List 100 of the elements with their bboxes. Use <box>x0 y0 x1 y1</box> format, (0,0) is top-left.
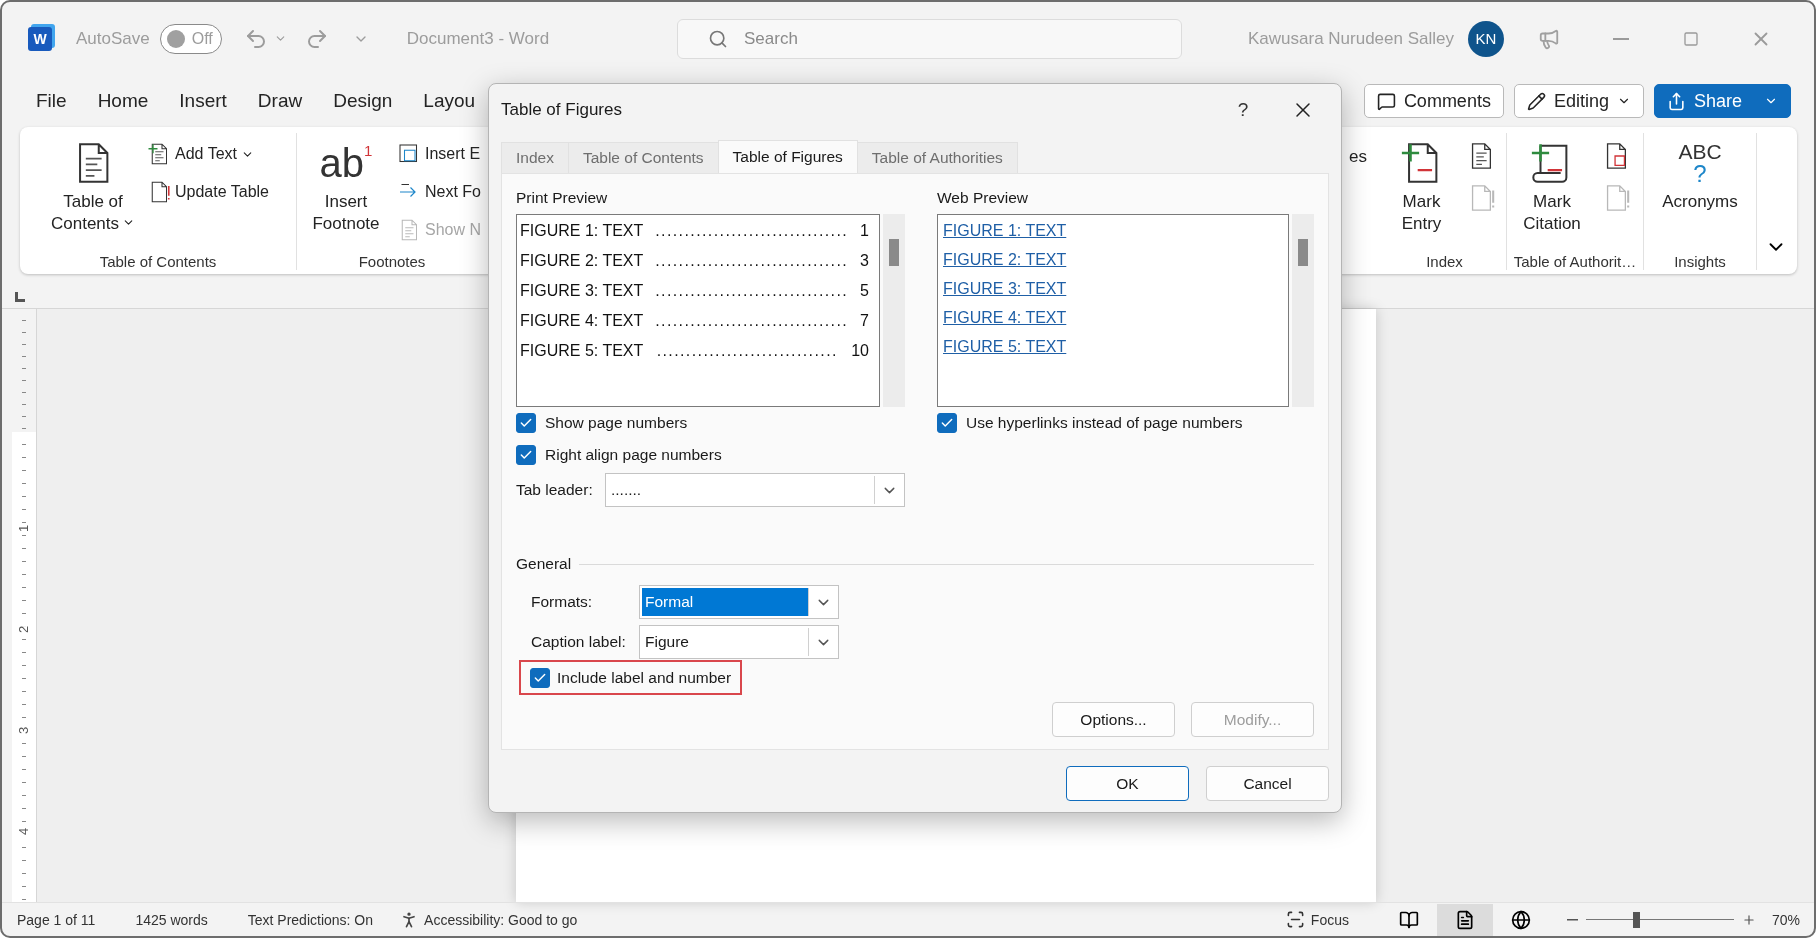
checkbox[interactable] <box>937 413 957 433</box>
ribbon-button[interactable]: Table of Contents <box>47 133 139 238</box>
ribbon-button[interactable]: ABC ? Acronyms <box>1650 133 1750 216</box>
preview-link[interactable]: FIGURE 2: TEXT <box>943 245 1067 274</box>
page-number: 3 <box>860 252 869 270</box>
page-number: 7 <box>860 312 869 330</box>
checkbox-label: Include label and number <box>557 668 732 687</box>
field-label: Caption label: <box>531 633 627 651</box>
menu-tab[interactable]: Layou <box>423 90 476 112</box>
ribbon-button[interactable]: Next Fo <box>397 175 482 209</box>
preview-link[interactable]: FIGURE 3: TEXT <box>943 274 1067 303</box>
dropdown[interactable]: Formal <box>639 585 839 619</box>
preview-link[interactable]: FIGURE 1: TEXT <box>943 216 1067 245</box>
leader-dots: ................................. <box>655 312 849 330</box>
ribbon-button[interactable]: Update Table <box>147 175 269 209</box>
group-label: Footnotes <box>358 253 426 270</box>
checkbox[interactable] <box>530 667 550 688</box>
section-label: General <box>516 554 572 574</box>
avatar[interactable]: KN <box>1468 20 1504 57</box>
scrollbar[interactable] <box>883 214 905 407</box>
accessibility-status[interactable]: Accessibility: Good to go <box>424 911 578 928</box>
leader-dots: ............................... <box>656 342 838 360</box>
page-count: Page 1 of 11 <box>17 911 96 928</box>
zoom-level: 70% <box>1771 911 1800 928</box>
cancel-button[interactable]: Cancel <box>1206 766 1329 801</box>
zoom-out-button[interactable] <box>1566 918 1578 921</box>
caption-text: FIGURE 1: TEXT <box>520 222 644 240</box>
share-icon <box>1666 91 1686 111</box>
checkbox[interactable] <box>516 445 536 465</box>
maximize-icon <box>1683 30 1699 47</box>
pencil-icon <box>1526 91 1546 111</box>
checkbox-label: Right align page numbers <box>545 446 722 464</box>
minus-icon <box>1566 918 1578 921</box>
help-button[interactable]: ? <box>1213 92 1273 128</box>
checkbox-label: Show page numbers <box>545 414 688 432</box>
check-icon <box>519 416 533 430</box>
dropdown[interactable]: Figure <box>639 625 839 659</box>
ribbon-button[interactable]: Add Text <box>147 137 269 171</box>
dialog-title: Table of Figures <box>501 100 623 120</box>
ruler-number: 1 <box>17 524 31 533</box>
menu-tab[interactable]: File <box>36 90 67 112</box>
megaphone-icon[interactable] <box>1538 27 1560 50</box>
leader-dots: ................................. <box>655 252 849 270</box>
page-number: 10 <box>851 342 869 360</box>
scrollbar-thumb[interactable] <box>1298 239 1308 266</box>
dialog-button[interactable]: Options... <box>1052 702 1175 737</box>
focus-button[interactable]: Focus <box>1279 909 1355 930</box>
dialog-tab[interactable]: Table of Authorities <box>856 142 1018 173</box>
ruler-number: 4 <box>17 827 31 836</box>
dialog-tab[interactable]: Table of Figures <box>717 140 858 173</box>
scrollbar-thumb[interactable] <box>889 239 899 266</box>
action-button[interactable]: Editing <box>1513 84 1644 118</box>
dropdown[interactable]: ....... <box>605 473 905 507</box>
app-logo: W <box>28 26 52 51</box>
plus-icon <box>1741 912 1756 927</box>
page-number: 5 <box>860 282 869 300</box>
dialog-tab[interactable]: Index <box>501 142 569 173</box>
caption-text: FIGURE 2: TEXT <box>520 252 644 270</box>
group-label: Table of Authorit… <box>1513 253 1637 270</box>
caption-text: FIGURE 4: TEXT <box>520 312 644 330</box>
menu-tab[interactable]: Design <box>333 90 393 112</box>
view-button[interactable] <box>1436 903 1493 936</box>
ruler-number: 2 <box>17 625 31 634</box>
book-icon <box>1398 909 1419 930</box>
dialog-tab[interactable]: Table of Contents <box>567 142 719 173</box>
text-predictions: Text Predictions: On <box>247 911 374 928</box>
ribbon-button[interactable]: Insert E <box>397 137 482 171</box>
group-label: Table of Contents <box>99 253 217 270</box>
field-label: Tab leader: <box>516 481 594 499</box>
word-count: 1425 words <box>135 911 208 928</box>
comment-icon <box>1376 91 1396 111</box>
checkbox[interactable] <box>516 413 536 433</box>
field-label: Formats: <box>531 593 594 611</box>
leader-dots: ................................. <box>655 222 849 240</box>
menu-tab[interactable]: Draw <box>257 90 303 112</box>
slider-thumb[interactable] <box>1633 911 1641 928</box>
ribbon-button[interactable]: Mark Citation <box>1515 133 1589 238</box>
check-icon <box>940 416 954 430</box>
minimize-icon <box>1613 37 1629 40</box>
share-button[interactable]: Share <box>1653 84 1791 118</box>
ruler-number: 3 <box>17 726 31 735</box>
action-button[interactable]: Comments <box>1363 84 1504 118</box>
acronyms-icon: ABC ? <box>1678 140 1722 186</box>
focus-icon <box>1285 910 1305 929</box>
autosave-label: AutoSave <box>76 28 150 49</box>
scrollbar[interactable] <box>1292 214 1314 407</box>
section-label: Print Preview <box>516 188 609 208</box>
menu-tab[interactable]: Home <box>97 90 149 112</box>
tab-stop-icon[interactable] <box>14 291 26 303</box>
preview-link[interactable]: FIGURE 4: TEXT <box>943 303 1067 332</box>
section-label: Web Preview <box>937 188 1030 208</box>
menu-tab[interactable]: Insert <box>179 90 227 112</box>
page-number: 1 <box>860 222 869 240</box>
checkbox-label: Use hyperlinks instead of page numbers <box>966 414 1243 432</box>
preview-link[interactable]: FIGURE 5: TEXT <box>943 332 1067 361</box>
ribbon-button[interactable]: Mark Entry <box>1389 133 1454 238</box>
window-title: Document3 - Word <box>406 28 550 49</box>
zoom-in-button[interactable] <box>1741 912 1756 927</box>
search-icon <box>708 28 728 49</box>
ok-button[interactable]: OK <box>1066 766 1189 801</box>
